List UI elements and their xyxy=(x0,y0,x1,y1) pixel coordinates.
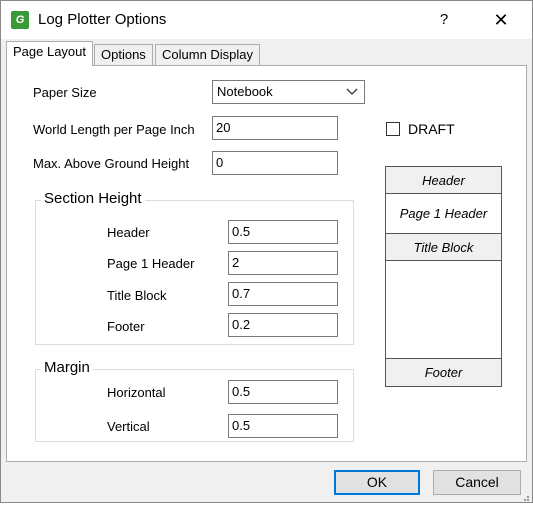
paper-size-select[interactable]: Notebook xyxy=(212,80,365,104)
footer-label: Footer xyxy=(107,319,145,334)
horizontal-margin-input[interactable]: 0.5 xyxy=(228,380,338,404)
options-dialog: G Log Plotter Options ? ✕ Page Layout Op… xyxy=(0,0,533,503)
world-length-label: World Length per Page Inch xyxy=(33,122,195,137)
draft-checkbox[interactable] xyxy=(386,122,400,136)
chevron-down-icon xyxy=(346,85,358,100)
page1-header-height-input[interactable]: 2 xyxy=(228,251,338,275)
vertical-label: Vertical xyxy=(107,419,150,434)
vertical-margin-input[interactable]: 0.5 xyxy=(228,414,338,438)
title-block-height-input[interactable]: 0.7 xyxy=(228,282,338,306)
paper-size-label: Paper Size xyxy=(33,85,97,100)
max-above-ground-input[interactable]: 0 xyxy=(212,151,338,175)
tab-options[interactable]: Options xyxy=(94,44,153,66)
paper-size-value: Notebook xyxy=(217,84,273,99)
resize-grip-icon[interactable] xyxy=(520,490,530,501)
max-above-ground-label: Max. Above Ground Height xyxy=(33,156,190,171)
world-length-input[interactable]: 20 xyxy=(212,116,338,140)
margin-title: Margin xyxy=(41,359,93,376)
cancel-button[interactable]: Cancel xyxy=(433,470,521,495)
title-block-label: Title Block xyxy=(107,288,167,303)
horizontal-label: Horizontal xyxy=(107,385,166,400)
help-button[interactable]: ? xyxy=(431,7,457,33)
header-label: Header xyxy=(107,225,150,240)
section-height-title: Section Height xyxy=(41,190,145,207)
page-layout-panel: Paper Size Notebook World Length per Pag… xyxy=(6,65,527,462)
preview-footer: Footer xyxy=(386,358,501,386)
tab-column-display[interactable]: Column Display xyxy=(155,44,261,66)
app-icon: G xyxy=(11,11,29,29)
title-bar: G Log Plotter Options ? ✕ xyxy=(1,1,532,39)
tab-page-layout[interactable]: Page Layout xyxy=(6,41,94,66)
footer-height-input[interactable]: 0.2 xyxy=(228,313,338,337)
close-button[interactable]: ✕ xyxy=(487,7,515,33)
ok-button[interactable]: OK xyxy=(334,470,420,495)
preview-page1-header: Page 1 Header xyxy=(386,194,501,234)
page-layout-preview: Header Page 1 Header Title Block Footer xyxy=(385,166,502,387)
preview-title-block: Title Block xyxy=(386,234,501,261)
draft-label: DRAFT xyxy=(408,121,455,137)
dialog-button-bar: OK Cancel xyxy=(1,463,532,502)
page1-header-label: Page 1 Header xyxy=(107,256,195,271)
window-title: Log Plotter Options xyxy=(38,11,167,28)
preview-header: Header xyxy=(386,167,501,194)
header-height-input[interactable]: 0.5 xyxy=(228,220,338,244)
